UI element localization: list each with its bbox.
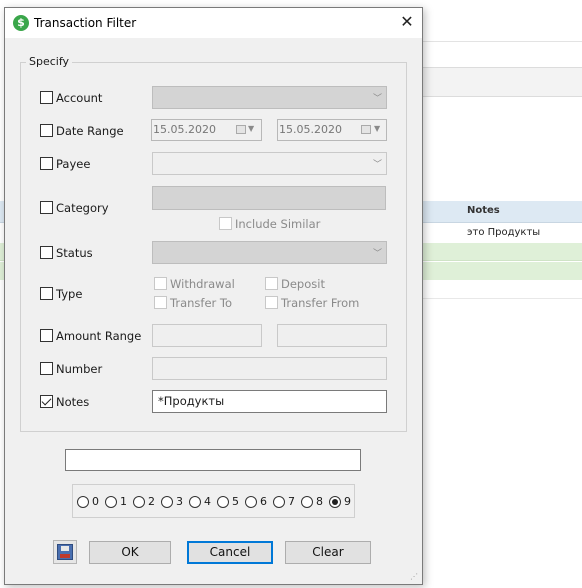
color-radio-label: 3 [176,495,183,508]
notes-input-value: *Продукты [158,394,225,408]
transfer-to-label: Transfer To [170,296,233,310]
status-label: Status [56,246,93,260]
include-similar-checkbox[interactable] [219,217,232,230]
status-checkbox[interactable] [40,246,53,259]
resize-grip-icon[interactable]: ⋰ [410,572,419,581]
date-to-value: 15.05.2020 [279,123,342,136]
notes-label: Notes [56,395,90,409]
specify-group-title: Specify [26,55,73,68]
dollar-coin-icon: $ [13,15,29,31]
background-divider [422,41,582,42]
withdrawal-label: Withdrawal [170,277,235,291]
account-select[interactable] [152,86,387,109]
calendar-icon[interactable] [236,125,246,134]
category-checkbox[interactable] [40,201,53,214]
color-radio-4[interactable] [189,496,201,508]
filter-text-input[interactable] [65,449,361,471]
notes-checkbox[interactable] [40,395,53,408]
table-cell-notes[interactable]: это Продукты [467,227,540,238]
color-radio-label: 6 [260,495,267,508]
category-label: Category [56,201,109,215]
color-radio-8[interactable] [301,496,313,508]
background-toolbar [422,67,582,97]
calendar-icon[interactable] [361,125,371,134]
type-checkbox[interactable] [40,287,53,300]
chevron-down-icon[interactable]: ▼ [248,124,254,133]
notes-input[interactable]: *Продукты [152,390,387,413]
number-label: Number [56,362,103,376]
chevron-down-icon[interactable]: ﹀ [373,157,382,170]
chevron-down-icon[interactable]: ▼ [374,124,380,133]
color-radio-label: 9 [344,495,351,508]
column-header-notes[interactable]: Notes [467,205,500,216]
account-label: Account [56,91,103,105]
amount-range-label: Amount Range [56,329,142,343]
withdrawal-checkbox[interactable] [154,277,167,290]
deposit-label: Deposit [281,277,325,291]
deposit-checkbox[interactable] [265,277,278,290]
floppy-disk-icon [57,544,73,560]
type-label: Type [56,287,83,301]
number-checkbox[interactable] [40,362,53,375]
color-radio-label: 7 [288,495,295,508]
date-range-checkbox[interactable] [40,124,53,137]
dialog-title: Transaction Filter [34,16,137,30]
amount-min-input[interactable] [152,324,262,347]
color-radio-3[interactable] [161,496,173,508]
color-radio-label: 0 [92,495,99,508]
ok-button[interactable]: OK [89,541,171,564]
color-radio-6[interactable] [245,496,257,508]
account-checkbox[interactable] [40,91,53,104]
status-select[interactable] [152,241,387,264]
close-icon[interactable]: ✕ [397,11,417,33]
number-input[interactable] [152,357,387,380]
amount-max-input[interactable] [277,324,387,347]
category-button[interactable] [152,186,386,210]
transfer-from-checkbox[interactable] [265,296,278,309]
color-radio-2[interactable] [133,496,145,508]
include-similar-label: Include Similar [235,217,321,231]
color-radio-label: 2 [148,495,155,508]
date-range-label: Date Range [56,124,124,138]
table-row[interactable] [422,281,582,299]
amount-range-checkbox[interactable] [40,329,53,342]
payee-combobox[interactable] [152,152,387,175]
transfer-from-label: Transfer From [281,296,360,310]
color-radio-9[interactable] [329,496,341,508]
color-radio-label: 4 [204,495,211,508]
chevron-down-icon: ﹀ [373,249,383,259]
date-from-value: 15.05.2020 [153,123,216,136]
chevron-down-icon: ﹀ [373,94,383,104]
color-radio-7[interactable] [273,496,285,508]
color-radio-label: 1 [120,495,127,508]
color-radio-5[interactable] [217,496,229,508]
color-radio-1[interactable] [105,496,117,508]
color-radio-label: 8 [316,495,323,508]
clear-button[interactable]: Clear [285,541,371,564]
payee-checkbox[interactable] [40,157,53,170]
color-radio-0[interactable] [77,496,89,508]
payee-label: Payee [56,157,91,171]
cancel-button[interactable]: Cancel [187,541,273,564]
color-radio-label: 5 [232,495,239,508]
transfer-to-checkbox[interactable] [154,296,167,309]
